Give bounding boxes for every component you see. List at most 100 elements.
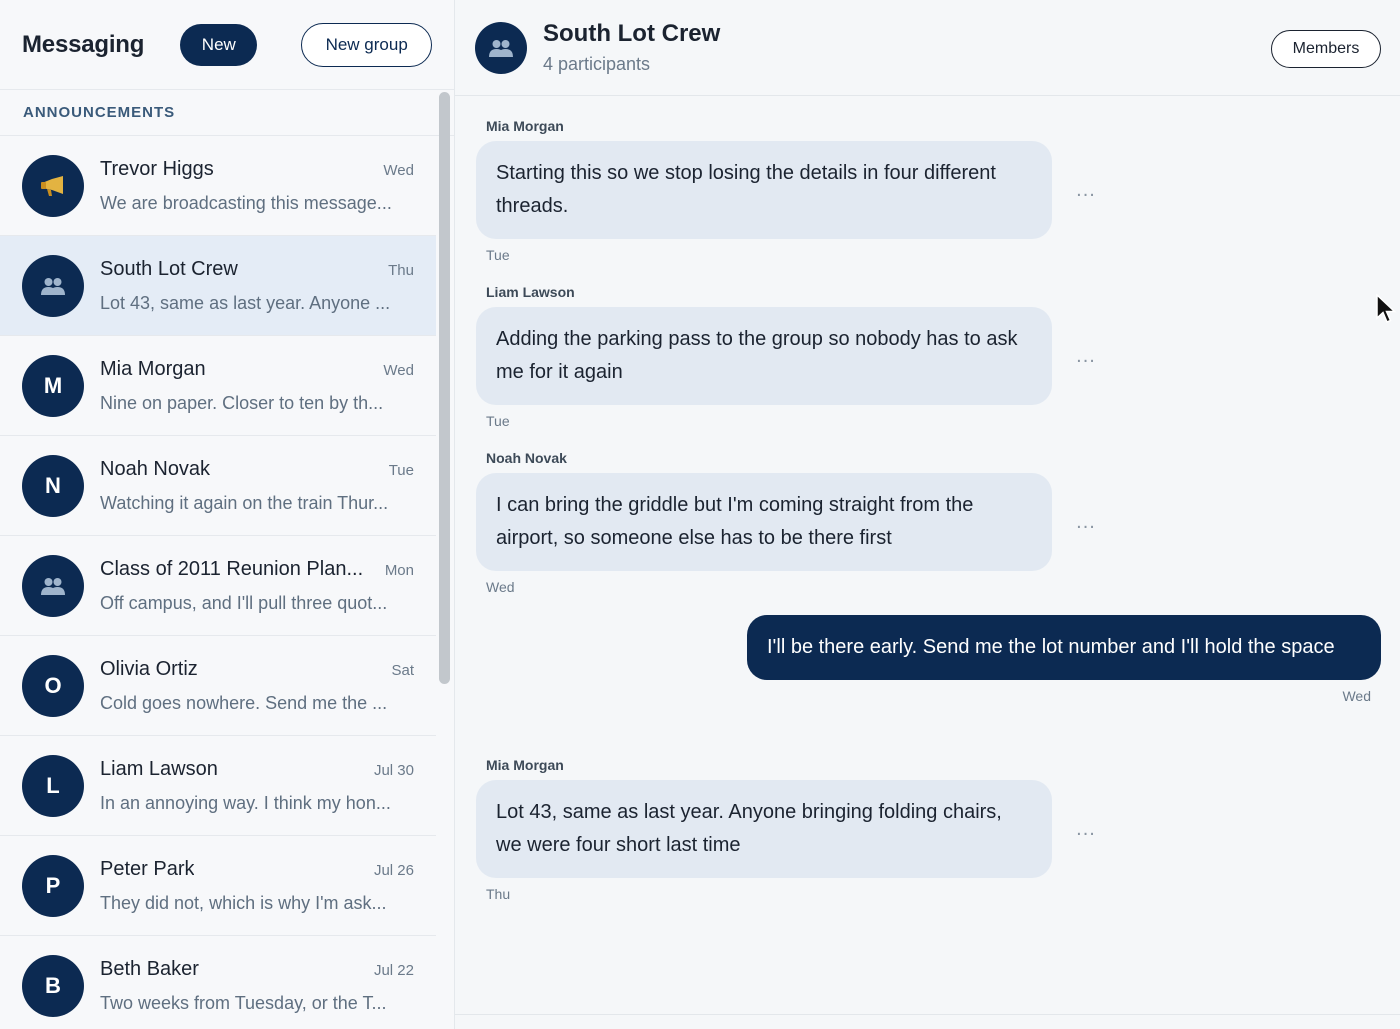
sidebar-header: Messaging New New group (0, 0, 454, 90)
conversation-time: Thu (388, 261, 414, 279)
bubble-row: Lot 43, same as last year. Anyone bringi… (476, 780, 1098, 878)
conversation-time: Wed (383, 161, 414, 179)
avatar: M (22, 354, 84, 417)
conversation-name: Olivia Ortiz (100, 657, 198, 680)
conversation-text: Liam Lawson Jul 30 In an annoying way. I t… (100, 758, 414, 814)
conversation-header: Noah Novak Tue (100, 458, 414, 481)
group-icon (22, 254, 84, 317)
message-time: Thu (486, 886, 511, 902)
incoming-message: Liam Lawson Adding the parking pass to th… (476, 284, 1098, 429)
message-time: Tue (486, 413, 510, 429)
avatar: B (22, 954, 84, 1017)
conversation-header: Olivia Ortiz Sat (100, 658, 414, 681)
message-bubble[interactable]: Lot 43, same as last year. Anyone bringi… (476, 780, 1052, 878)
own-message: I'll be there early. Send me the lot num… (747, 615, 1381, 704)
conversation-preview: Nine on paper. Closer to ten by th... (100, 392, 384, 413)
message-time: Tue (486, 247, 510, 263)
message-bubble[interactable]: I'll be there early. Send me the lot num… (747, 615, 1381, 680)
incoming-message: Noah Novak I can bring the griddle but I'… (476, 450, 1098, 595)
conversation-item[interactable]: M Mia Morgan Wed Nine on paper. Closer to t… (0, 336, 436, 436)
sender-name: Mia Morgan (486, 757, 564, 773)
more-options-icon[interactable]: ... (1074, 511, 1098, 534)
message-bubble[interactable]: Adding the parking pass to the group so … (476, 307, 1052, 405)
sidebar: Messaging New New group ANNOUNCEMENTS Tr… (0, 0, 455, 1029)
conversation-item[interactable]: Trevor Higgs Wed We are broadcasting this … (0, 136, 436, 236)
more-options-icon[interactable]: ... (1074, 179, 1098, 202)
conversation-time: Tue (388, 461, 414, 479)
incoming-message: Mia Morgan Starting this so we stop losin… (476, 118, 1098, 263)
participant-count: 4 participants (543, 54, 651, 74)
messaging-app: Messaging New New group ANNOUNCEMENTS Tr… (0, 0, 1400, 1029)
conversation-time: Jul 26 (373, 861, 414, 879)
conversation-header: Class of 2011 Reunion Plan... Mon (100, 558, 414, 581)
conversation-preview: Cold goes nowhere. Send me the ... (100, 692, 388, 713)
conversation-name: South Lot Crew (100, 257, 238, 280)
new-button[interactable]: New (180, 23, 258, 66)
conversation-name: Mia Morgan (100, 357, 206, 380)
conversation-name: Liam Lawson (100, 757, 218, 780)
conversation-time: Jul 30 (373, 761, 414, 779)
bubble-row: Adding the parking pass to the group so … (476, 307, 1098, 405)
new-group-button[interactable]: New group (301, 22, 432, 67)
chat-title: South Lot Crew (543, 20, 721, 47)
conversation-item[interactable]: South Lot Crew Thu Lot 43, same as last ye… (0, 236, 436, 336)
incoming-message: Mia Morgan Lot 43, same as last year. Any… (476, 757, 1098, 902)
conversation-time: Mon (384, 561, 414, 579)
conversation-item[interactable]: P Peter Park Jul 26 They did not, which is … (0, 836, 436, 936)
divider (455, 1014, 1400, 1015)
conversation-header: Liam Lawson Jul 30 (100, 758, 414, 781)
conversation-preview: We are broadcasting this message... (100, 192, 392, 213)
conversation-text: South Lot Crew Thu Lot 43, same as last ye… (100, 258, 414, 314)
conversation-header: South Lot Crew Thu (100, 258, 414, 281)
conversation-item[interactable]: O Olivia Ortiz Sat Cold goes nowhere. Send … (0, 636, 436, 736)
conversation-header: Beth Baker Jul 22 (100, 958, 414, 981)
conversation-text: Mia Morgan Wed Nine on paper. Closer to te… (100, 358, 414, 414)
chat-title-block: South Lot Crew 4 participants (543, 20, 720, 75)
members-button[interactable]: Members (1271, 30, 1381, 68)
more-options-icon[interactable]: ... (1074, 818, 1098, 841)
conversation-name: Peter Park (100, 857, 195, 880)
conversation-item[interactable]: L Liam Lawson Jul 30 In an annoying way. I … (0, 736, 436, 836)
conversation-preview: Off campus, and I'll pull three quot... (100, 592, 388, 613)
app-title: Messaging (22, 30, 145, 58)
avatar: N (22, 454, 84, 517)
conversation-text: Noah Novak Tue Watching it again on the tr… (100, 458, 414, 514)
message-bubble[interactable]: Starting this so we stop losing the deta… (476, 141, 1052, 239)
bubble-row: I can bring the griddle but I'm coming s… (476, 473, 1098, 571)
conversation-text: Peter Park Jul 26 They did not, which is w… (100, 858, 414, 914)
conversation-preview: Watching it again on the train Thur... (100, 492, 389, 513)
conversation-text: Class of 2011 Reunion Plan... Mon Off camp… (100, 558, 414, 614)
sidebar-scrollbar[interactable] (439, 92, 450, 684)
message-time: Wed (486, 579, 515, 595)
mouse-cursor-icon (1376, 294, 1397, 323)
megaphone-icon (22, 154, 84, 217)
bubble-row: Starting this so we stop losing the deta… (476, 141, 1098, 239)
conversation-item[interactable]: Class of 2011 Reunion Plan... Mon Off camp… (0, 536, 436, 636)
conversation-header: Mia Morgan Wed (100, 358, 414, 381)
conversation-header: Peter Park Jul 26 (100, 858, 414, 881)
conversation-time: Wed (383, 361, 414, 379)
conversation-preview: Two weeks from Tuesday, or the T... (100, 992, 387, 1013)
avatar: O (22, 654, 84, 717)
avatar: P (22, 854, 84, 917)
message-bubble[interactable]: I can bring the griddle but I'm coming s… (476, 473, 1052, 571)
conversation-text: Trevor Higgs Wed We are broadcasting this … (100, 158, 414, 214)
message-thread: Mia Morgan Starting this so we stop losin… (455, 97, 1400, 1015)
conversation-name: Beth Baker (100, 957, 199, 980)
conversation-preview: Lot 43, same as last year. Anyone ... (100, 292, 391, 313)
more-options-icon[interactable]: ... (1074, 345, 1098, 368)
sender-name: Mia Morgan (486, 118, 564, 134)
conversation-header: Trevor Higgs Wed (100, 158, 414, 181)
conversation-preview: They did not, which is why I'm ask... (100, 892, 387, 913)
group-icon (475, 21, 527, 74)
conversation-name: Noah Novak (100, 457, 211, 480)
conversation-item[interactable]: N Noah Novak Tue Watching it again on the t… (0, 436, 436, 536)
conversation-list: Trevor Higgs Wed We are broadcasting this … (0, 136, 436, 1029)
section-label-announcements: ANNOUNCEMENTS (0, 90, 454, 136)
conversation-item[interactable]: B Beth Baker Jul 22 Two weeks from Tuesday,… (0, 936, 436, 1029)
conversation-name: Class of 2011 Reunion Plan... (100, 557, 364, 580)
conversation-text: Beth Baker Jul 22 Two weeks from Tuesday, … (100, 958, 414, 1014)
message-time: Wed (1342, 688, 1371, 704)
sender-name: Liam Lawson (486, 284, 575, 300)
conversation-time: Jul 22 (373, 961, 414, 979)
